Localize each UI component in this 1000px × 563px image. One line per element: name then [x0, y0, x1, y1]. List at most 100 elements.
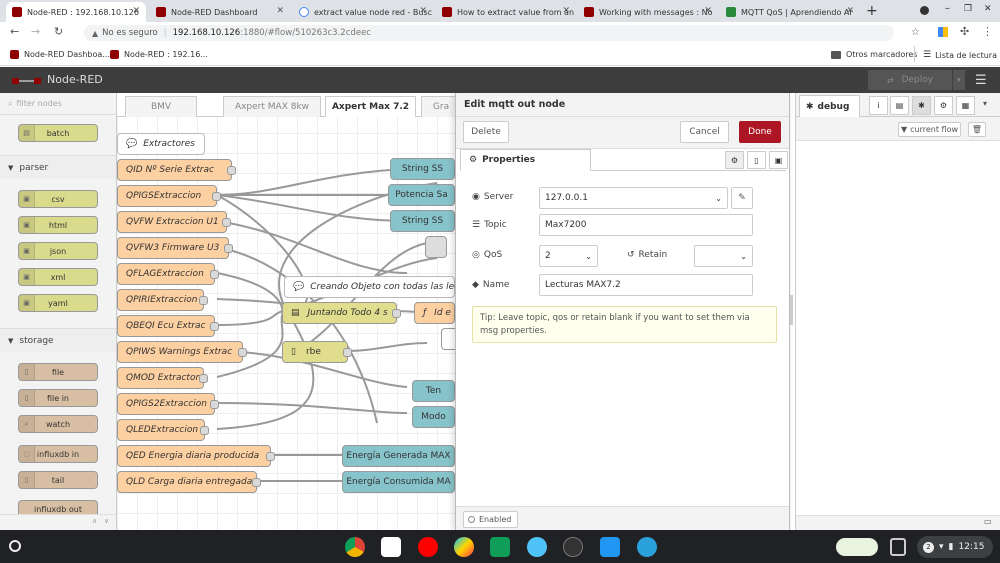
node-potencia[interactable]: Potencia Sa	[388, 184, 455, 206]
node-string-ss-2[interactable]: String SS	[390, 210, 455, 232]
restore-icon[interactable]: ❐	[964, 4, 972, 14]
palette-node-json[interactable]: ▣ json	[18, 242, 98, 260]
deploy-dropdown[interactable]: ▾	[953, 70, 965, 90]
debug-filter-button[interactable]: ▼ current flow	[898, 122, 961, 137]
palette-node-xml[interactable]: ▣ xml	[18, 268, 98, 286]
info-icon[interactable]: i	[869, 96, 888, 115]
weather-app-icon[interactable]	[527, 537, 547, 557]
tab-bmv[interactable]: BMV	[125, 96, 197, 117]
function-node-qpiri[interactable]: QPIRIExtraccion	[117, 289, 208, 311]
function-node-qed[interactable]: QED Energia diaria producida	[117, 445, 275, 467]
tab-search-icon[interactable]	[920, 6, 929, 15]
function-node-qpiws[interactable]: QPIWS Warnings Extrac	[117, 341, 247, 363]
sheets-app-icon[interactable]	[490, 537, 510, 557]
book-icon[interactable]: ▤	[890, 96, 909, 115]
palette-node-influxdb-in[interactable]: ◌ influxdb in	[18, 445, 98, 463]
palette-node-html[interactable]: ▣ html	[18, 216, 98, 234]
tab-debug[interactable]: ✱ debug	[799, 95, 860, 117]
node-energia-consumida[interactable]: Energía Consumida MA	[342, 471, 455, 493]
tab-properties[interactable]: ⚙ Properties	[460, 149, 591, 171]
browser-tab-mqtt[interactable]: MQTT QoS | Aprendiendo Ar ✕	[720, 2, 860, 22]
cancel-button[interactable]: Cancel	[680, 121, 729, 143]
phone-hub-icon[interactable]	[890, 538, 906, 556]
close-tab-icon[interactable]: ✕	[419, 6, 427, 16]
retain-select[interactable]: ⌄	[694, 245, 753, 267]
function-node-qbeqi[interactable]: QBEQI Ecu Extrac	[117, 315, 219, 337]
comment-node-extractores[interactable]: 💬 Extractores	[117, 133, 205, 155]
palette-node-file[interactable]: ▯ file	[18, 363, 98, 381]
expand-down-icon[interactable]: ∨	[104, 517, 109, 525]
node-rbe[interactable]: ▯ rbe	[282, 341, 352, 363]
new-tab-icon[interactable]: +	[866, 3, 878, 19]
bug-tab-icon[interactable]: ✱	[912, 96, 931, 115]
menu-kebab-icon[interactable]: ⋮	[982, 25, 993, 38]
launcher-icon[interactable]	[9, 540, 21, 552]
function-node-qvfw[interactable]: QVFW Extraccion U1	[117, 211, 231, 233]
close-tab-icon[interactable]: ✕	[562, 6, 570, 16]
minimize-icon[interactable]: –	[945, 3, 950, 14]
palette-node-csv[interactable]: ▣ csv	[18, 190, 98, 208]
close-tab-icon[interactable]: ✕	[276, 6, 284, 16]
config-gear-icon[interactable]: ⚙	[934, 96, 953, 115]
function-node-qmod[interactable]: QMOD Extractor	[117, 367, 208, 389]
back-icon[interactable]: ←	[10, 25, 19, 38]
gmail-app-icon[interactable]	[381, 537, 401, 557]
browser-tab-nodered[interactable]: Node-RED : 192.168.10.126 ✕	[6, 2, 146, 22]
delete-button[interactable]: Delete	[463, 121, 509, 143]
appearance-tab-icon[interactable]: ▣	[769, 151, 788, 169]
bookmark-dashboard[interactable]: Node-RED Dashboa...	[10, 50, 110, 59]
palette-category-parser[interactable]: ▼ parser	[0, 155, 116, 179]
browser-tab-extract[interactable]: How to extract value from an ✕	[436, 2, 576, 22]
settings-tab-icon[interactable]: ⚙	[725, 151, 744, 169]
telegram-app-icon[interactable]	[637, 537, 657, 557]
browser-tab-dashboard[interactable]: Node-RED Dashboard ✕	[150, 2, 290, 22]
close-window-icon[interactable]: ✕	[984, 4, 992, 14]
function-node-qpigs2[interactable]: QPIGS2Extraccion	[117, 393, 219, 415]
youtube-app-icon[interactable]	[418, 537, 438, 557]
status-area[interactable]: 2 ▾ ▮ 12:15	[917, 536, 993, 558]
function-node-qflag[interactable]: QFLAGExtraccion	[117, 263, 219, 285]
node-partial[interactable]	[441, 328, 455, 350]
server-select[interactable]: 127.0.0.1 ⌄	[539, 187, 728, 209]
name-input[interactable]: Lecturas MAX7.2	[539, 274, 753, 296]
forward-icon[interactable]: →	[31, 25, 40, 38]
palette-filter[interactable]: ⌕ filter nodes	[0, 93, 116, 115]
close-tab-icon[interactable]: ✕	[846, 6, 854, 16]
node-id-function[interactable]: ƒ Id e	[414, 302, 455, 324]
palette-node-watch[interactable]: ⌕ watch	[18, 415, 98, 433]
popout-icon[interactable]: ▭	[984, 517, 992, 526]
close-tab-icon[interactable]: ✕	[704, 6, 712, 16]
function-node-qvfw3[interactable]: QVFW3 Firmware U3	[117, 237, 233, 259]
palette-node-file-in[interactable]: ▯ file in	[18, 389, 98, 407]
main-menu-icon[interactable]: ☰	[975, 73, 987, 88]
node-small-grey[interactable]	[425, 236, 447, 258]
done-button[interactable]: Done	[739, 121, 781, 143]
address-bar[interactable]: ▲ No es seguro | 192.168.10.126:1880/#fl…	[84, 25, 920, 41]
node-energia-generada[interactable]: Energía Generada MAX	[342, 445, 455, 467]
reload-icon[interactable]: ↻	[54, 25, 63, 38]
palette-category-storage[interactable]: ▼ storage	[0, 328, 116, 352]
node-modo[interactable]: Modo	[412, 406, 455, 428]
browser-tab-search[interactable]: extract value node red - Busc ✕	[293, 2, 433, 22]
play-store-app-icon[interactable]	[454, 537, 474, 557]
close-tab-icon[interactable]: ✕	[132, 6, 140, 16]
deploy-button[interactable]: ⇄ Deploy	[868, 70, 952, 90]
sidebar-menu-caret-icon[interactable]: ▾	[983, 99, 987, 108]
topic-input[interactable]: Max7200	[539, 214, 753, 236]
node-juntando[interactable]: ▤ Juntando Todo 4 s	[282, 302, 401, 324]
tab-axpert-max-8kw[interactable]: Axpert MAX 8kw	[223, 96, 321, 117]
drive-extension-icon[interactable]	[938, 27, 948, 37]
bookmark-nodered[interactable]: Node-RED : 192.16...	[110, 50, 208, 59]
function-node-qld[interactable]: QLD Carga diaria entregada	[117, 471, 261, 493]
node-ten[interactable]: Ten	[412, 380, 455, 402]
comment-node-creando[interactable]: 💬 Creando Objeto con todas las lectur	[284, 276, 472, 298]
function-node-qled[interactable]: QLEDExtraccion	[117, 419, 209, 441]
other-bookmarks[interactable]: Otros marcadores	[831, 50, 917, 59]
vnc-app-icon[interactable]	[600, 537, 620, 557]
edit-server-pencil-icon[interactable]: ✎	[731, 187, 753, 209]
bookmark-star-icon[interactable]: ☆	[911, 27, 920, 38]
tab-axpert-max-72[interactable]: Axpert Max 7.2	[325, 96, 416, 117]
terminal-app-icon[interactable]	[563, 537, 583, 557]
qos-select[interactable]: 2 ⌄	[539, 245, 598, 267]
browser-tab-messages[interactable]: Working with messages : No ✕	[578, 2, 718, 22]
